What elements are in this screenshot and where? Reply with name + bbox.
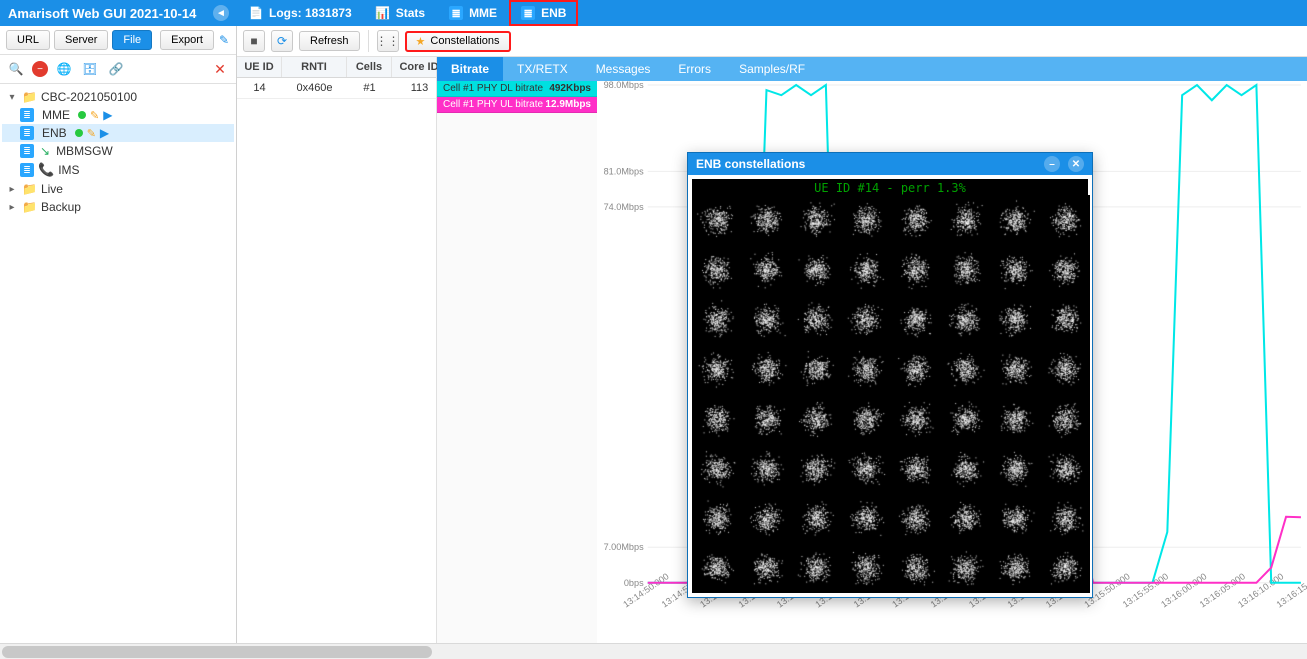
file-button[interactable]: File: [112, 30, 152, 50]
tab-mme[interactable]: MME: [437, 0, 509, 26]
svg-text:0bps: 0bps: [624, 578, 644, 588]
tab-stats-label: Stats: [396, 6, 425, 20]
legend-dl-val: 492Kbps: [549, 83, 591, 94]
cell-rnti: 0x460e: [282, 78, 347, 98]
refresh-icon[interactable]: ⟳: [271, 30, 293, 52]
file-tree: ▾📁 CBC-2021050100 MME ✎ ▶ ENB ✎ ▶ ↘ MBMS: [0, 84, 236, 643]
stop-icon[interactable]: −: [32, 61, 48, 77]
horizontal-scrollbar[interactable]: [0, 643, 1307, 659]
subtab-errors[interactable]: Errors: [664, 57, 725, 81]
play-icon: ▶: [100, 126, 109, 140]
table-row[interactable]: 14 0x460e #1 113: [237, 78, 436, 99]
folder-icon: 📁: [22, 200, 37, 214]
col-rnti[interactable]: RNTI: [282, 57, 347, 77]
svg-text:74.0Mbps: 74.0Mbps: [604, 202, 645, 212]
app-title: Amarisoft Web GUI 2021-10-14: [8, 6, 196, 21]
server-icon: [20, 108, 34, 122]
tree-item-enb[interactable]: ENB ✎ ▶: [2, 124, 234, 142]
wand-icon[interactable]: ✎: [218, 30, 230, 50]
document-icon: 📄: [249, 6, 263, 20]
stop-record-icon[interactable]: ■: [243, 30, 265, 52]
col-cells[interactable]: Cells: [347, 57, 392, 77]
legend-ul-val: 12.9Mbps: [545, 99, 591, 110]
constellations-button[interactable]: Constellations: [405, 31, 511, 52]
tree-item-label: IMS: [58, 163, 79, 177]
tab-enb-label: ENB: [541, 6, 566, 20]
svg-text:7.00Mbps: 7.00Mbps: [604, 542, 645, 552]
server-icon: [449, 6, 463, 20]
server-button[interactable]: Server: [54, 30, 108, 50]
tree-item-label: MME: [42, 108, 70, 122]
constellation-plot: [692, 195, 1090, 593]
globe-icon[interactable]: 🌐: [54, 59, 74, 79]
subtab-messages[interactable]: Messages: [582, 57, 665, 81]
stats-icon: 📊: [376, 6, 390, 20]
server-icon: [20, 163, 34, 177]
tab-enb[interactable]: ENB: [509, 0, 578, 26]
subtab-txretx[interactable]: TX/RETX: [503, 57, 582, 81]
tree-item-label: Backup: [41, 200, 81, 214]
tab-stats[interactable]: 📊 Stats: [364, 0, 437, 26]
tree-item-label: Live: [41, 182, 63, 196]
tab-logs-label: Logs: 1831873: [269, 6, 352, 20]
table-header: UE ID RNTI Cells Core ID: [237, 57, 436, 78]
tree-item-backup[interactable]: ▸📁 Backup: [2, 198, 234, 216]
search-icon[interactable]: 🔍: [6, 59, 26, 79]
pencil-icon: ✎: [87, 127, 96, 140]
play-icon: ▶: [103, 108, 112, 122]
export-button[interactable]: Export: [160, 30, 214, 50]
clear-icon[interactable]: ✕: [210, 59, 230, 79]
pencil-icon: ✎: [90, 109, 99, 122]
constellations-modal[interactable]: ENB constellations – ✕ UE ID #14 - perr …: [687, 152, 1093, 598]
constellation-subtitle: UE ID #14 - perr 1.3%: [692, 179, 1088, 195]
tree-item-live[interactable]: ▸📁 Live: [2, 180, 234, 198]
tree-item-label: MBMSGW: [56, 144, 113, 158]
database-icon[interactable]: 🗄: [80, 59, 100, 79]
tab-logs[interactable]: 📄 Logs: 1831873: [237, 0, 364, 26]
tree-item-label: ENB: [42, 126, 67, 140]
server-icon: [20, 144, 34, 158]
header-bar: Amarisoft Web GUI 2021-10-14 ◄ 📄 Logs: 1…: [0, 0, 1307, 26]
server-icon: [521, 6, 535, 20]
server-icon: [20, 126, 34, 140]
col-ue-id[interactable]: UE ID: [237, 57, 282, 77]
subtab-bitrate[interactable]: Bitrate: [437, 57, 503, 81]
refresh-button[interactable]: Refresh: [299, 31, 360, 51]
tree-item-mme[interactable]: MME ✎ ▶: [2, 106, 234, 124]
collapse-left-icon[interactable]: ◄: [213, 5, 229, 21]
modal-title: ENB constellations: [696, 157, 1036, 171]
modal-header[interactable]: ENB constellations – ✕: [688, 153, 1092, 175]
left-panel: URL Server File Export ✎ 🔍 − 🌐 🗄 🔗 ✕ ▾📁 …: [0, 26, 237, 643]
svg-text:98.0Mbps: 98.0Mbps: [604, 81, 645, 90]
svg-text:81.0Mbps: 81.0Mbps: [604, 166, 645, 176]
tree-item-ims[interactable]: 📞 IMS: [2, 160, 234, 180]
cell-ue-id: 14: [237, 78, 282, 98]
tree-root-label: CBC-2021050100: [41, 90, 137, 104]
close-icon[interactable]: ✕: [1068, 156, 1084, 172]
grid-icon[interactable]: ⋮⋮: [377, 30, 399, 52]
constellations-label: Constellations: [430, 35, 499, 47]
status-dot-icon: [75, 129, 83, 137]
link-icon[interactable]: 🔗: [106, 59, 126, 79]
legend-ul-name: Cell #1 PHY UL bitrate: [443, 99, 543, 110]
chart-legend: Cell #1 PHY DL bitrate 492Kbps Cell #1 P…: [437, 81, 597, 643]
subtab-samples[interactable]: Samples/RF: [725, 57, 819, 81]
cell-cells: #1: [347, 78, 392, 98]
sub-tabs: Bitrate TX/RETX Messages Errors Samples/…: [437, 57, 1307, 81]
status-dot-icon: [78, 111, 86, 119]
tree-item-mbmsgw[interactable]: ↘ MBMSGW: [2, 142, 234, 160]
url-button[interactable]: URL: [6, 30, 50, 50]
right-panel: ■ ⟳ Refresh ⋮⋮ Constellations UE ID RNTI…: [237, 26, 1307, 643]
tree-root[interactable]: ▾📁 CBC-2021050100: [2, 88, 234, 106]
tab-mme-label: MME: [469, 6, 497, 20]
folder-icon: 📁: [22, 182, 37, 196]
ue-table: UE ID RNTI Cells Core ID 14 0x460e #1 11…: [237, 57, 437, 643]
phone-icon: 📞: [38, 162, 54, 178]
minimize-icon[interactable]: –: [1044, 156, 1060, 172]
folder-icon: 📁: [22, 90, 37, 104]
legend-dl-name: Cell #1 PHY DL bitrate: [443, 83, 543, 94]
